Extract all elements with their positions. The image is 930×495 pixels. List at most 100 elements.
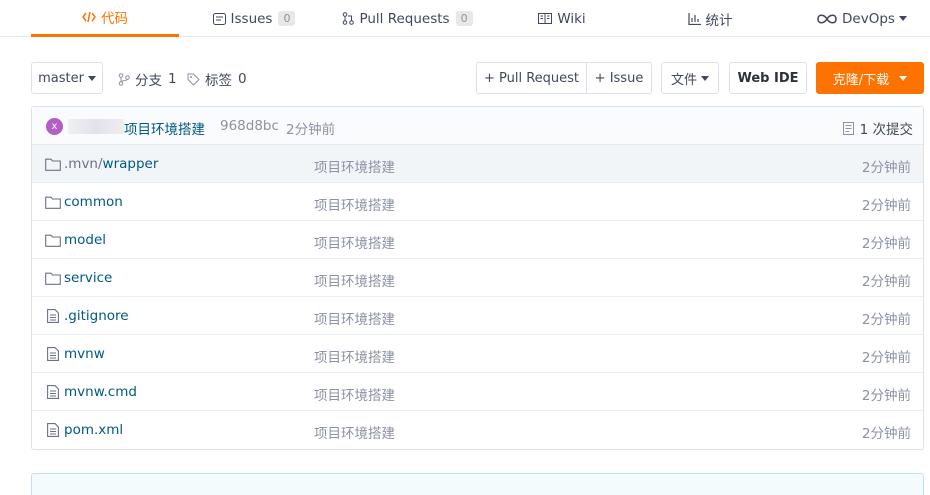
file-row[interactable]: mvnw 项目环境搭建 2分钟前 xyxy=(32,335,923,373)
branch-select[interactable]: master xyxy=(31,62,103,94)
file-commit-time: 2分钟前 xyxy=(861,312,911,328)
file-name-prefix: .gitignore xyxy=(64,308,129,324)
commits-count-label: 1 次提交 xyxy=(859,122,913,138)
commits-count-link[interactable]: 1 次提交 xyxy=(842,118,913,138)
file-list: x 项目环境搭建 968d8bc 2分钟前 1 次提交 .mvn/wrapper… xyxy=(31,106,924,450)
branches-label: 分支 xyxy=(135,73,162,89)
tab-stats[interactable]: 统计 xyxy=(680,0,740,37)
file-name-link[interactable]: model xyxy=(64,232,106,248)
branch-icon xyxy=(118,72,130,86)
tags-count: 0 xyxy=(238,71,247,87)
file-icon xyxy=(44,422,62,438)
file-commit-time: 2分钟前 xyxy=(861,160,911,176)
file-row[interactable]: model 项目环境搭建 2分钟前 xyxy=(32,221,923,259)
file-name-prefix: mvnw.cmd xyxy=(64,384,137,400)
commit-message-link[interactable]: 项目环境搭建 xyxy=(124,118,205,138)
file-commit-message[interactable]: 项目环境搭建 xyxy=(314,384,395,404)
file-commit-message[interactable]: 项目环境搭建 xyxy=(314,422,395,442)
pull-request-icon xyxy=(342,12,355,25)
branches-link[interactable]: 分支 1 xyxy=(118,69,177,89)
chevron-down-icon xyxy=(898,16,907,21)
clone-download-label: 克隆/下载 xyxy=(832,72,890,88)
folder-icon xyxy=(44,270,62,286)
file-row[interactable]: .mvn/wrapper 项目环境搭建 2分钟前 xyxy=(32,145,923,183)
file-name-link[interactable]: .gitignore xyxy=(64,308,129,324)
file-name-prefix: model xyxy=(64,232,107,248)
code-icon xyxy=(82,11,96,23)
file-name-prefix: service xyxy=(64,270,113,286)
file-row[interactable]: common 项目环境搭建 2分钟前 xyxy=(32,183,923,221)
file-name-prefix: common xyxy=(64,194,123,210)
issues-count-badge: 0 xyxy=(278,11,296,26)
file-commit-message[interactable]: 项目环境搭建 xyxy=(314,156,395,176)
file-icon xyxy=(44,308,62,324)
file-row[interactable]: pom.xml 项目环境搭建 2分钟前 xyxy=(32,411,923,449)
tab-pull-requests-label: Pull Requests xyxy=(359,10,450,27)
tag-icon xyxy=(187,73,200,86)
commit-history-icon xyxy=(842,121,854,135)
file-commit-time: 2分钟前 xyxy=(861,236,911,252)
file-commit-message[interactable]: 项目环境搭建 xyxy=(314,232,395,252)
file-name-link[interactable]: .mvn/wrapper xyxy=(64,156,158,172)
tags-link[interactable]: 标签 0 xyxy=(187,69,247,89)
branch-select-value: master xyxy=(38,70,84,86)
tab-issues-label: Issues xyxy=(230,10,273,27)
file-name-prefix: pom.xml xyxy=(64,422,124,438)
file-name-link[interactable]: service xyxy=(64,270,112,286)
file-name-prefix: mvnw xyxy=(64,346,105,362)
file-icon xyxy=(44,384,62,400)
new-issue-button[interactable]: + Issue xyxy=(586,62,652,94)
avatar[interactable]: x xyxy=(46,118,63,135)
file-row[interactable]: service 项目环境搭建 2分钟前 xyxy=(32,259,923,297)
branches-count: 1 xyxy=(168,71,177,87)
tab-pull-requests[interactable]: Pull Requests 0 xyxy=(340,0,475,37)
file-commit-time: 2分钟前 xyxy=(861,198,911,214)
file-name-prefix: .mvn/ xyxy=(64,156,103,172)
commit-hash-link[interactable]: 968d8bc xyxy=(220,118,279,134)
file-name-link[interactable]: pom.xml xyxy=(64,422,123,438)
tab-issues[interactable]: Issues 0 xyxy=(203,0,305,37)
chevron-down-icon xyxy=(87,75,96,81)
tab-code-label: 代码 xyxy=(101,11,128,27)
tab-wiki-label: Wiki xyxy=(557,10,586,27)
tab-wiki[interactable]: Wiki xyxy=(531,0,593,37)
files-dropdown-button[interactable]: 文件 xyxy=(661,62,719,94)
new-issue-label: + Issue xyxy=(594,70,644,86)
file-commit-time: 2分钟前 xyxy=(861,388,911,404)
clone-download-button[interactable]: 克隆/下载 xyxy=(816,62,924,94)
file-commit-message[interactable]: 项目环境搭建 xyxy=(314,346,395,366)
latest-commit-bar: x 项目环境搭建 968d8bc 2分钟前 1 次提交 xyxy=(32,107,923,145)
folder-icon xyxy=(44,194,62,210)
file-name-rest: wrapper xyxy=(102,156,159,172)
web-ide-button[interactable]: Web IDE xyxy=(729,62,807,94)
file-commit-time: 2分钟前 xyxy=(861,426,911,442)
file-row[interactable]: mvnw.cmd 项目环境搭建 2分钟前 xyxy=(32,373,923,411)
file-commit-time: 2分钟前 xyxy=(861,274,911,290)
files-dropdown-label: 文件 xyxy=(670,72,697,88)
new-pull-request-label: + Pull Request xyxy=(483,70,580,86)
infinity-icon xyxy=(817,13,837,24)
author-name-redacted xyxy=(68,119,124,134)
tab-code[interactable]: 代码 xyxy=(31,0,179,37)
tags-label: 标签 xyxy=(205,73,232,89)
chevron-down-icon xyxy=(701,75,709,81)
pull-requests-count-badge: 0 xyxy=(455,11,473,26)
tab-devops[interactable]: DevOps xyxy=(812,0,912,37)
file-name-link[interactable]: mvnw.cmd xyxy=(64,384,137,400)
file-commit-message[interactable]: 项目环境搭建 xyxy=(314,194,395,214)
repo-tab-nav: 代码 Issues 0 Pull Requests 0 Wiki 统计 DevO… xyxy=(0,0,930,37)
folder-icon xyxy=(44,232,62,248)
issues-icon xyxy=(212,12,226,25)
file-commit-time: 2分钟前 xyxy=(861,350,911,366)
web-ide-label: Web IDE xyxy=(737,70,799,86)
new-pull-request-button[interactable]: + Pull Request xyxy=(476,62,587,94)
commit-time: 2分钟前 xyxy=(286,122,336,138)
file-commit-message[interactable]: 项目环境搭建 xyxy=(314,308,395,328)
wiki-icon xyxy=(538,13,553,24)
file-name-link[interactable]: common xyxy=(64,194,123,210)
stats-icon xyxy=(687,12,701,25)
file-icon xyxy=(44,346,62,362)
file-name-link[interactable]: mvnw xyxy=(64,346,105,362)
file-commit-message[interactable]: 项目环境搭建 xyxy=(314,270,395,290)
file-row[interactable]: .gitignore 项目环境搭建 2分钟前 xyxy=(32,297,923,335)
